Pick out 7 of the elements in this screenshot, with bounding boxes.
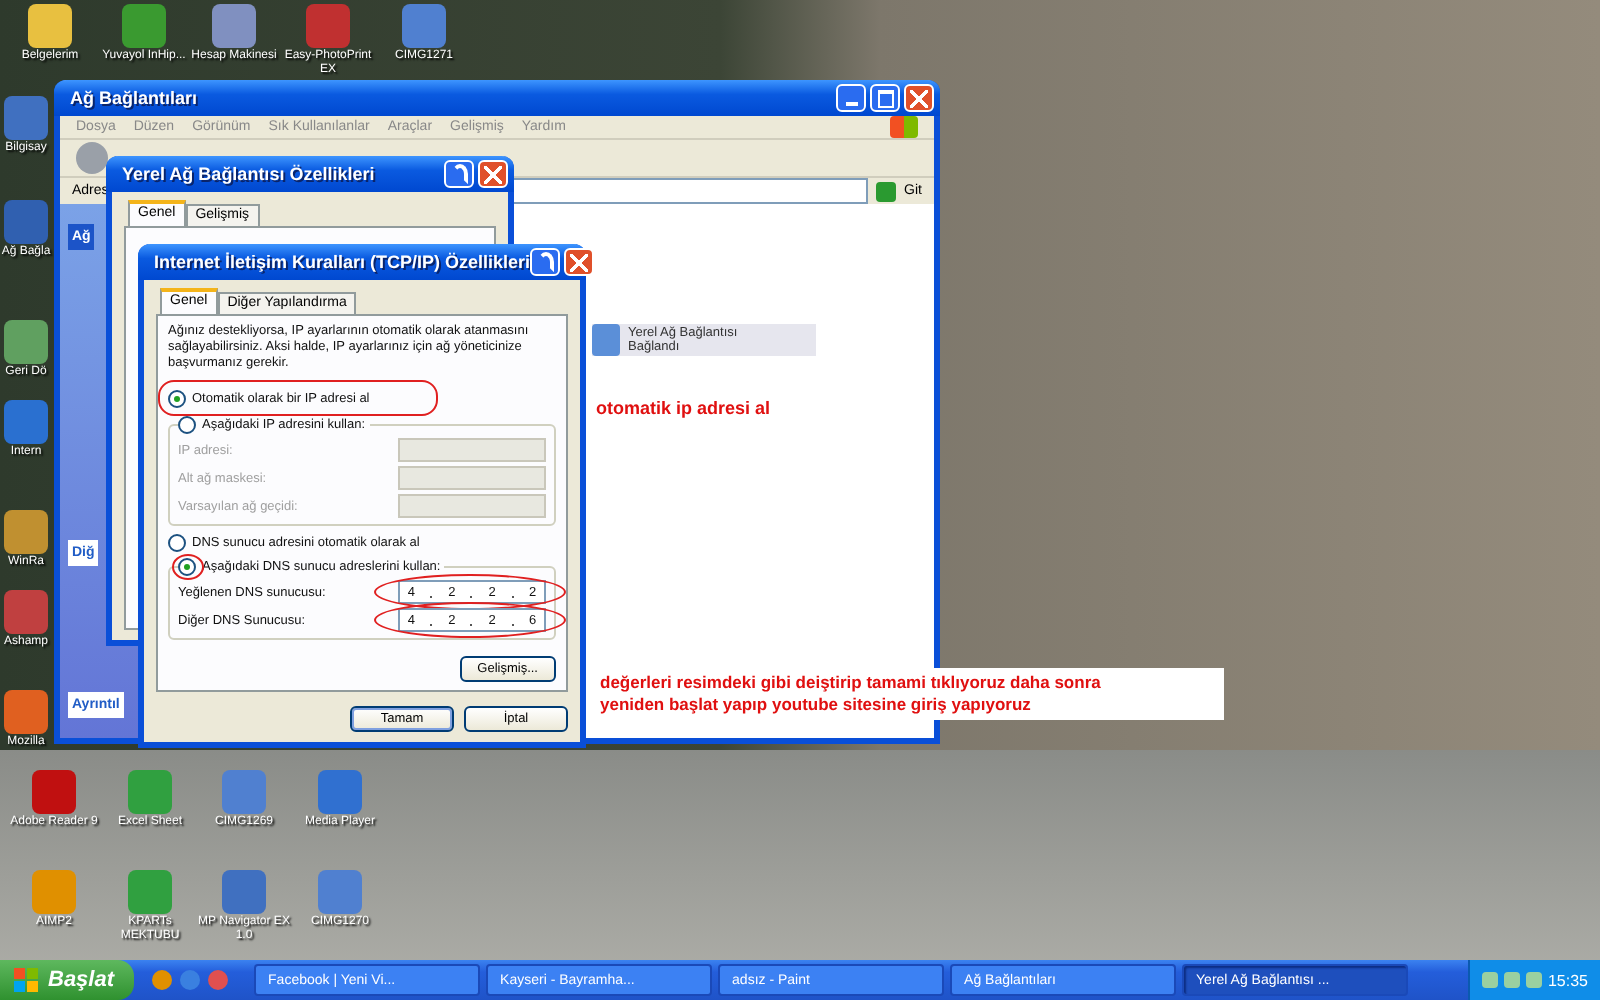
dialog-title: Internet İletişim Kuralları (TCP/IP) Özellikleri <box>154 252 531 272</box>
window-title: Ağ Bağlantıları <box>70 88 200 108</box>
annotation-text: yeniden başlat yapıp youtube sitesine giriş yapıyoruz <box>600 694 1033 717</box>
annotation-text: otomatik ip adresi al <box>596 398 771 418</box>
dialog-title: Yerel Ağ Bağlantısı Özellikleri <box>122 164 377 184</box>
clock: 15:35 <box>1547 971 1588 989</box>
annotation-text: değerleri resimdeki gibi deiştirip tamami tıklıyoruz daha sonra <box>600 672 1103 695</box>
